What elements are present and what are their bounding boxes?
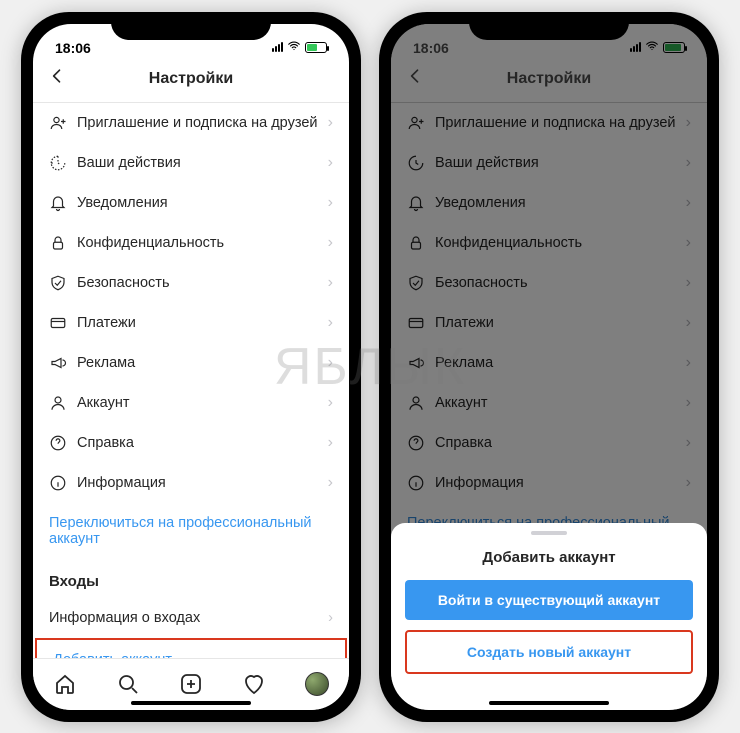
chevron-right-icon: › — [328, 194, 333, 212]
chevron-right-icon: › — [328, 354, 333, 372]
wifi-icon — [287, 39, 301, 56]
chevron-right-icon: › — [328, 434, 333, 452]
row-login-info[interactable]: Информация о входах › — [33, 598, 349, 638]
row-label: Конфиденциальность — [77, 235, 328, 251]
row-label: Безопасность — [77, 275, 328, 291]
chevron-right-icon: › — [328, 474, 333, 492]
status-icons — [272, 39, 327, 56]
row-invite[interactable]: Приглашение и подписка на друзей › — [33, 103, 349, 143]
tab-home[interactable] — [33, 659, 96, 710]
chevron-right-icon: › — [328, 114, 333, 132]
invite-icon — [49, 114, 77, 132]
home-indicator[interactable] — [489, 701, 609, 705]
phone-right: 18:06 Настройки Приглашение и подписка н… — [379, 12, 719, 722]
row-help[interactable]: Справка › — [33, 423, 349, 463]
info-icon — [49, 474, 77, 492]
user-icon — [49, 394, 77, 412]
shield-icon — [49, 274, 77, 292]
notch — [469, 12, 629, 40]
create-new-account-button[interactable]: Создать новый аккаунт — [405, 630, 693, 674]
lock-icon — [49, 234, 77, 252]
row-label: Справка — [77, 435, 328, 451]
signal-icon — [272, 42, 283, 52]
page-title: Настройки — [47, 70, 335, 88]
row-privacy[interactable]: Конфиденциальность › — [33, 223, 349, 263]
home-indicator[interactable] — [131, 701, 251, 705]
megaphone-icon — [49, 354, 77, 372]
login-existing-button[interactable]: Войти в существующий аккаунт — [405, 580, 693, 620]
card-icon — [49, 314, 77, 332]
sheet-title: Добавить аккаунт — [405, 545, 693, 580]
sheet-handle[interactable] — [531, 531, 567, 535]
row-label: Ваши действия — [77, 155, 328, 171]
row-activity[interactable]: Ваши действия › — [33, 143, 349, 183]
row-notifications[interactable]: Уведомления › — [33, 183, 349, 223]
row-account[interactable]: Аккаунт › — [33, 383, 349, 423]
phone-left: 18:06 Настройки Приглашение и подписка н… — [21, 12, 361, 722]
header: Настройки — [33, 58, 349, 103]
row-label: Аккаунт — [77, 395, 328, 411]
row-label: Платежи — [77, 315, 328, 331]
row-label: Уведомления — [77, 195, 328, 211]
row-ads[interactable]: Реклама › — [33, 343, 349, 383]
status-time: 18:06 — [55, 40, 272, 56]
chevron-right-icon: › — [328, 314, 333, 332]
screen-left: 18:06 Настройки Приглашение и подписка н… — [33, 24, 349, 710]
add-account-sheet: Добавить аккаунт Войти в существующий ак… — [391, 523, 707, 710]
bell-icon — [49, 194, 77, 212]
row-label: Приглашение и подписка на друзей — [77, 115, 328, 131]
row-label: Реклама — [77, 355, 328, 371]
screen-right: 18:06 Настройки Приглашение и подписка н… — [391, 24, 707, 710]
battery-icon — [305, 42, 327, 53]
row-payments[interactable]: Платежи › — [33, 303, 349, 343]
activity-icon — [49, 154, 77, 172]
settings-list[interactable]: Приглашение и подписка на друзей › Ваши … — [33, 103, 349, 658]
row-info[interactable]: Информация › — [33, 463, 349, 503]
switch-professional-link[interactable]: Переключиться на профессиональный аккаун… — [33, 503, 349, 559]
row-label: Информация — [77, 475, 328, 491]
row-security[interactable]: Безопасность › — [33, 263, 349, 303]
chevron-right-icon: › — [328, 394, 333, 412]
chevron-right-icon: › — [328, 234, 333, 252]
tab-profile[interactable] — [286, 659, 349, 710]
chevron-right-icon: › — [328, 610, 333, 626]
chevron-right-icon: › — [328, 154, 333, 172]
help-icon — [49, 434, 77, 452]
notch — [111, 12, 271, 40]
avatar-icon — [305, 672, 329, 696]
add-account-link[interactable]: Добавить аккаунт — [35, 638, 347, 658]
section-logins: Входы — [33, 559, 349, 598]
row-label: Информация о входах — [49, 610, 200, 626]
chevron-right-icon: › — [328, 274, 333, 292]
